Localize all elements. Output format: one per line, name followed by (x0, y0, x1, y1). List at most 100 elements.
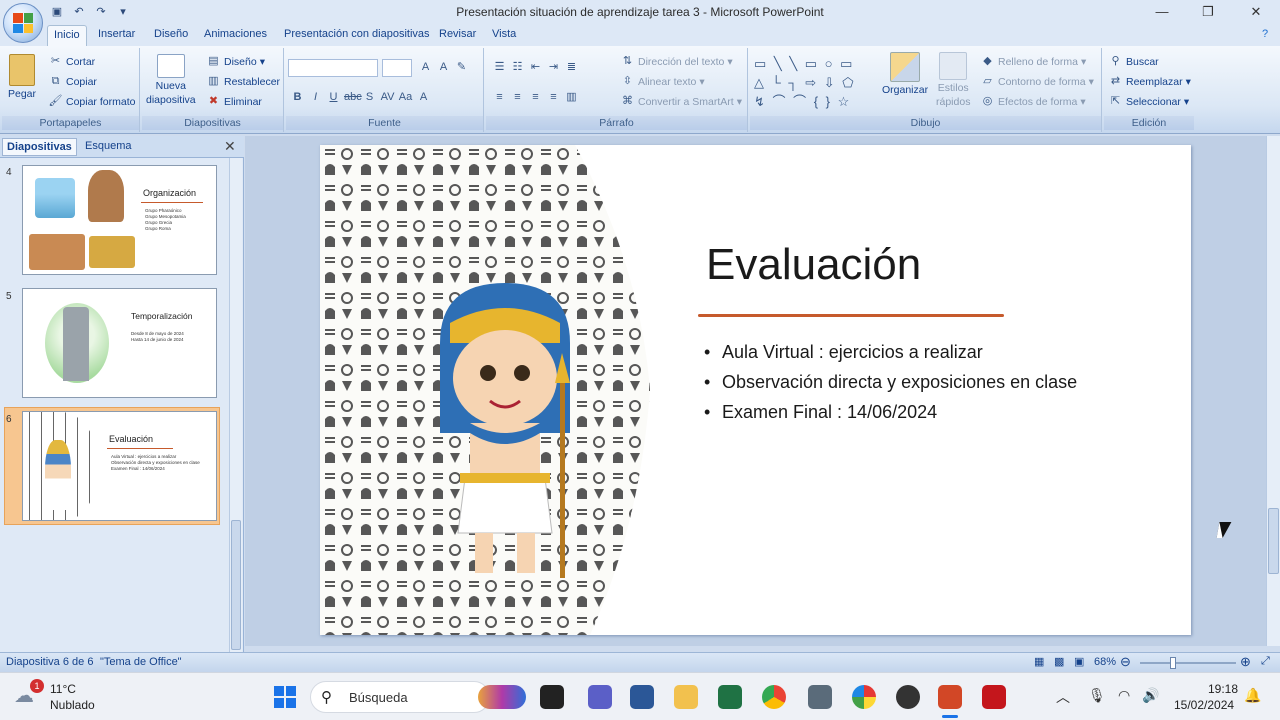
powerpoint-icon[interactable] (938, 685, 962, 709)
tab-presentacion[interactable]: Presentación con diapositivas (284, 28, 430, 40)
quick-styles-button[interactable]: Estilos rápidos (936, 52, 970, 108)
tab-revisar[interactable]: Revisar (439, 28, 476, 40)
text-direction-label: Dirección del texto (638, 55, 725, 68)
tab-animaciones[interactable]: Animaciones (204, 28, 267, 40)
weather-widget[interactable]: ☁ 1 11°C Nublado (14, 679, 114, 715)
close-button[interactable]: ✕ (1236, 2, 1276, 22)
slide-thumbnail-4[interactable]: Organización Grupo Pharaónico Grupo Meso… (22, 165, 217, 275)
replace-button[interactable]: ⇄ Reemplazar ▾ (1108, 74, 1191, 89)
align-text-button[interactable]: ⇳ Alinear texto ▾ (620, 74, 705, 89)
slide-thumbnail-6[interactable]: Evaluación Aula Virtual : ejercicios a r… (22, 411, 217, 521)
thumb-title: Organización (143, 188, 197, 198)
thumb-line: Aula Virtual : ejercicios a realizar (111, 454, 177, 459)
zoom-slider[interactable] (1140, 657, 1236, 669)
record-app-icon[interactable] (896, 685, 920, 709)
notification-bell-icon[interactable]: 🔔 (1244, 687, 1261, 704)
new-slide-label: Nueva (155, 80, 186, 92)
zoom-out-icon[interactable]: ⊖ (1120, 654, 1131, 670)
find-button[interactable]: ⚲ Buscar (1108, 54, 1158, 69)
shape-outline-button[interactable]: ▱ Contorno de forma ▾ (980, 74, 1094, 89)
slide-title[interactable]: Evaluación (706, 240, 921, 290)
fit-window-icon[interactable]: ⤢ (1261, 655, 1270, 668)
copilot-icon[interactable] (478, 685, 526, 709)
reset-button[interactable]: ▥ Restablecer (206, 74, 280, 89)
delete-slide-button[interactable]: ✖ Eliminar (206, 94, 262, 109)
acrobat-icon[interactable] (982, 685, 1006, 709)
search-box[interactable]: ⚲ Búsqueda (310, 681, 490, 713)
shape-effects-button[interactable]: ◎ Efectos de forma ▾ (980, 94, 1086, 109)
scroll-thumb[interactable] (1268, 508, 1279, 574)
zoom-level[interactable]: 68% (1094, 656, 1116, 668)
office-button[interactable] (3, 3, 43, 43)
weather-text: Nublado (50, 698, 95, 712)
normal-view-icon[interactable]: ▦ (1034, 655, 1044, 668)
close-pane-icon[interactable]: ✕ (224, 138, 236, 155)
thumb-line: Hasta 14 de junio de 2024 (131, 337, 184, 342)
thumb-number: 5 (6, 291, 12, 302)
theme-indicator[interactable]: "Tema de Office" (100, 656, 182, 668)
arrange-button[interactable]: Organizar (882, 52, 928, 96)
wifi-icon[interactable]: ◠ (1118, 687, 1130, 704)
slide[interactable]: Evaluación Aula Virtual : ejercicios a r… (320, 145, 1191, 635)
font-name-combo[interactable] (288, 59, 378, 77)
slideshow-view-icon[interactable]: ▣ (1074, 655, 1084, 668)
tab-vista[interactable]: Vista (492, 28, 516, 40)
slides-scrollbar[interactable] (229, 158, 242, 652)
canvas-scrollbar[interactable] (1266, 136, 1280, 646)
font-size-combo[interactable] (382, 59, 412, 77)
chrome-icon[interactable] (762, 685, 786, 709)
bullet-item[interactable]: Aula Virtual : ejercicios a realizar (704, 342, 983, 363)
font-grow-icons[interactable]: A A ✎ (418, 60, 469, 75)
bullet-item[interactable]: Observación directa y exposiciones en cl… (704, 372, 1077, 393)
thumb-line: Grupo Grecia (145, 220, 173, 225)
restore-button[interactable]: ❐ (1188, 2, 1228, 22)
reset-label: Restablecer (224, 75, 281, 88)
excel-icon[interactable] (718, 685, 742, 709)
windows-start-icon[interactable] (274, 686, 296, 708)
tab-inicio[interactable]: Inicio (47, 25, 87, 47)
zoom-in-icon[interactable]: ⊕ (1240, 654, 1251, 670)
file-explorer-icon[interactable] (674, 685, 698, 709)
tab-esquema[interactable]: Esquema (85, 140, 131, 152)
teams-icon[interactable] (588, 685, 612, 709)
group-label: Edición (1104, 116, 1194, 130)
minimize-button[interactable]: — (1142, 2, 1182, 22)
chevron-down-icon: ▾ (259, 55, 265, 68)
layout-button[interactable]: ▤ Diseño ▾ (206, 54, 265, 69)
copy-button[interactable]: ⧉ Copiar (48, 74, 97, 89)
clock-time[interactable]: 19:18 (1208, 682, 1238, 696)
cut-button[interactable]: ✂ Cortar (48, 54, 95, 69)
font-style-icons[interactable]: B I Uabc S AV Aa A (290, 90, 431, 105)
bullet-item[interactable]: Examen Final : 14/06/2024 (704, 402, 937, 423)
scroll-thumb[interactable] (231, 520, 241, 650)
align-icons[interactable]: ≡ ≡ ≡ ≡ ▥ (492, 90, 579, 105)
list-icons[interactable]: ☰ ☷ ⇤ ⇥ ≣ (492, 60, 579, 75)
clock-date[interactable]: 15/02/2024 (1174, 698, 1234, 712)
volume-icon[interactable]: 🔊 (1142, 687, 1159, 704)
arrange-icon (890, 52, 921, 82)
tab-diseno[interactable]: Diseño (154, 28, 188, 40)
task-view-icon[interactable] (540, 685, 564, 709)
brush-icon: 🖌 (48, 95, 63, 107)
tab-diapositivas[interactable]: Diapositivas (2, 138, 77, 156)
help-icon[interactable]: ? (1262, 28, 1268, 40)
chevron-up-icon[interactable]: ︿ (1056, 687, 1070, 707)
shapes-gallery[interactable]: ▭ ╲ ╲ ▭ ○ ▭ △ └ ┐ ⇨ ⇩ ⬠ ↯ ⌒ ⌒ { } ☆ (754, 54, 880, 114)
microphone-icon[interactable]: 🎙 (1088, 687, 1106, 704)
paint-icon[interactable] (852, 685, 876, 709)
shape-fill-button[interactable]: ◆ Relleno de forma ▾ (980, 54, 1086, 69)
new-slide-button[interactable]: Nueva diapositiva (146, 54, 196, 106)
paste-button[interactable]: Pegar (8, 54, 36, 100)
sorter-view-icon[interactable]: ▩ (1054, 655, 1064, 668)
text-direction-button[interactable]: ⇅ Dirección del texto ▾ (620, 54, 733, 69)
smartart-button[interactable]: ⌘ Convertir a SmartArt ▾ (620, 94, 742, 109)
layout-label: Diseño (224, 55, 257, 68)
thumb-line: Desde 8 de mayo de 2024 (131, 331, 184, 336)
camera-icon[interactable] (808, 685, 832, 709)
slide-thumbnail-5[interactable]: Temporalización Desde 8 de mayo de 2024 … (22, 288, 217, 398)
word-icon[interactable] (630, 685, 654, 709)
format-painter-button[interactable]: 🖌 Copiar formato (48, 94, 136, 109)
zoom-slider-thumb[interactable] (1170, 657, 1176, 669)
tab-insertar[interactable]: Insertar (98, 28, 135, 40)
select-button[interactable]: ⇱ Seleccionar ▾ (1108, 94, 1189, 109)
